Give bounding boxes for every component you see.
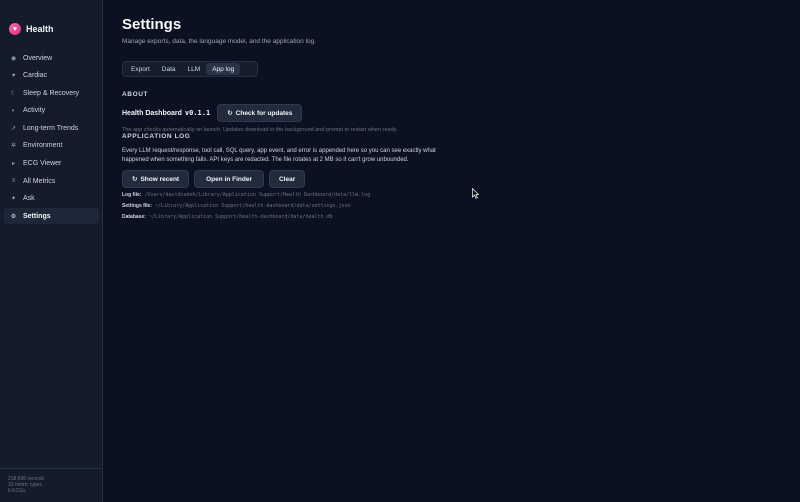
sidebar-item-label: Environment (23, 142, 63, 150)
open-in-finder-button[interactable]: Open in Finder (194, 170, 264, 188)
database-file-path: Database: ~/Library/Application Support/h… (122, 214, 333, 220)
sidebar-item-label: Overview (23, 54, 53, 62)
check-updates-label: Check for updates (235, 109, 293, 117)
sidebar-item-label: Ask (23, 195, 35, 203)
sparkle-icon: ✦ (10, 196, 17, 203)
path-value: ~/Library/Application Support/health-das… (148, 214, 333, 220)
show-recent-label: Show recent (140, 175, 180, 183)
sidebar-item-long-term-trends[interactable]: ↗ Long-term Trends (4, 120, 99, 136)
sidebar: ♥ Health ◉ Overview ♥ Cardiac ☾ Sleep & … (0, 0, 103, 502)
settings-tabs: Export Data LLM App log (122, 61, 258, 77)
path-label: Database: (122, 214, 146, 220)
trend-icon: ↗ (10, 125, 17, 132)
grid-icon: ◉ (10, 55, 17, 62)
tab-app-log[interactable]: App log (206, 63, 241, 75)
sidebar-item-label: Long-term Trends (23, 124, 79, 132)
sidebar-item-ask[interactable]: ✦ Ask (4, 191, 99, 207)
path-value: /Users/davidsadeh/Library/Application Su… (144, 192, 371, 198)
app-log-actions: ↻ Show recent Open in Finder Clear (122, 170, 310, 188)
sidebar-item-environment[interactable]: ✲ Environment (4, 138, 99, 154)
page-subtitle: Manage exports, data, the language model… (122, 38, 317, 45)
sidebar-item-label: All Metrics (23, 177, 56, 185)
path-value: ~/Library/Application Support/health-das… (155, 203, 351, 209)
page-title: Settings (122, 16, 182, 33)
sidebar-item-ecg-viewer[interactable]: ▸ ECG Viewer (4, 156, 99, 172)
sidebar-item-label: Activity (23, 107, 46, 115)
heart-icon: ♥ (11, 72, 16, 79)
sidebar-item-label: ECG Viewer (23, 160, 62, 168)
brand-name: Health (26, 24, 54, 34)
sun-icon: ✲ (10, 143, 17, 150)
tab-llm[interactable]: LLM (182, 63, 207, 75)
path-label: Log file: (122, 192, 142, 198)
app-log-description: Every LLM request/response, tool call, S… (122, 148, 436, 163)
app-name: Health Dashboard (122, 109, 182, 117)
sidebar-item-activity[interactable]: ◐ Activity (4, 103, 99, 119)
log-file-path: Log file:/Users/davidsadeh/Library/Appli… (122, 192, 370, 198)
sidebar-item-label: Cardiac (23, 72, 48, 80)
about-row: Health Dashboard v0.1.1 ↻ Check for upda… (122, 104, 303, 122)
sidebar-item-label: Sleep & Recovery (23, 89, 80, 97)
ecg-count: 6 ECGs (8, 488, 26, 494)
mouse-cursor-icon (472, 188, 479, 199)
play-icon: ▸ (11, 161, 15, 168)
heart-icon: ♥ (9, 23, 21, 35)
tab-data[interactable]: Data (156, 63, 182, 75)
list-icon: ≡ (11, 178, 16, 185)
sidebar-item-settings[interactable]: ⚙ Settings (4, 208, 99, 225)
sidebar-nav: ◉ Overview ♥ Cardiac ☾ Sleep & Recovery … (4, 50, 99, 226)
refresh-icon: ↻ (132, 176, 138, 183)
refresh-icon: ↻ (227, 110, 233, 117)
sidebar-item-all-metrics[interactable]: ≡ All Metrics (4, 173, 99, 189)
sidebar-item-cardiac[interactable]: ♥ Cardiac (4, 68, 99, 84)
settings-file-path: Settings file: ~/Library/Application Supp… (122, 203, 351, 209)
clear-log-button[interactable]: Clear (268, 170, 306, 188)
about-heading: ABOUT (122, 91, 149, 98)
sidebar-stats: 218,836 records 33 metric types 6 ECGs (0, 468, 102, 502)
tab-export[interactable]: Export (125, 63, 156, 75)
gear-icon: ⚙ (10, 213, 17, 220)
app-log-heading: APPLICATION LOG (122, 133, 191, 140)
show-recent-button[interactable]: ↻ Show recent (122, 170, 190, 188)
sidebar-item-label: Settings (23, 212, 51, 220)
check-updates-button[interactable]: ↻ Check for updates (217, 104, 303, 122)
path-label: Settings file: (122, 203, 153, 209)
sidebar-item-overview[interactable]: ◉ Overview (4, 50, 99, 66)
activity-icon: ◐ (11, 107, 16, 114)
app-version: v0.1.1 (184, 109, 211, 117)
brand[interactable]: ♥ Health (9, 22, 54, 36)
moon-icon: ☾ (10, 90, 17, 97)
sidebar-item-sleep-recovery[interactable]: ☾ Sleep & Recovery (4, 85, 99, 101)
